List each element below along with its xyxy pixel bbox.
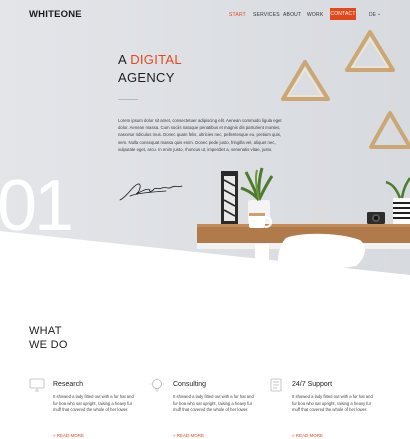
read-more-link[interactable]: » READ MORE bbox=[292, 433, 323, 438]
language-selector[interactable]: DE bbox=[369, 12, 376, 18]
headline-accent: DIGITAL bbox=[130, 52, 182, 67]
chevron-down-icon[interactable]: ⌄ bbox=[377, 11, 381, 17]
section-number: 01 bbox=[0, 166, 74, 246]
nav-item-services[interactable]: SERVICES bbox=[253, 12, 280, 18]
nav-item-start[interactable]: START bbox=[229, 12, 246, 18]
document-icon bbox=[270, 378, 282, 392]
section-title: WHAT WE DO bbox=[29, 324, 68, 352]
headline-prefix: A bbox=[118, 52, 127, 67]
hero-headline: A DIGITAL AGENCY bbox=[118, 51, 182, 87]
camera-image bbox=[367, 212, 385, 224]
headline-divider bbox=[118, 99, 138, 100]
read-more-link[interactable]: » READ MORE bbox=[173, 433, 204, 438]
read-more-label: READ MORE bbox=[295, 433, 324, 438]
section-title-line1: WHAT bbox=[29, 325, 62, 337]
service-title: Research bbox=[53, 381, 83, 388]
service-text: It showed a lady fitted out with a fur h… bbox=[292, 394, 373, 413]
nav-item-about[interactable]: ABOUT bbox=[283, 12, 301, 18]
logo[interactable]: WHITEONE bbox=[29, 9, 82, 20]
service-text: It showed a lady fitted out with a fur h… bbox=[173, 394, 254, 413]
read-more-label: READ MORE bbox=[56, 433, 85, 438]
service-title: Consulting bbox=[173, 381, 207, 388]
service-title: 24/7 Support bbox=[292, 381, 333, 388]
service-text: It showed a lady fitted out with a fur h… bbox=[53, 394, 134, 413]
read-more-link[interactable]: » READ MORE bbox=[53, 433, 84, 438]
read-more-label: READ MORE bbox=[176, 433, 205, 438]
monitor-icon bbox=[29, 378, 45, 392]
lightbulb-icon bbox=[150, 378, 164, 392]
nav-item-work[interactable]: WORK bbox=[307, 12, 323, 18]
headline-line2: AGENCY bbox=[118, 70, 175, 85]
notebook-image bbox=[221, 171, 238, 224]
contact-button[interactable]: CONTACT bbox=[330, 8, 356, 20]
hero-intro-text: Lorem ipsum dolor sit amet, consectetuer… bbox=[118, 118, 282, 152]
section-title-line2: WE DO bbox=[29, 339, 68, 351]
signature-image bbox=[119, 183, 183, 201]
top-navbar: WHITEONE START SERVICES ABOUT WORK CONTA… bbox=[0, 0, 410, 28]
